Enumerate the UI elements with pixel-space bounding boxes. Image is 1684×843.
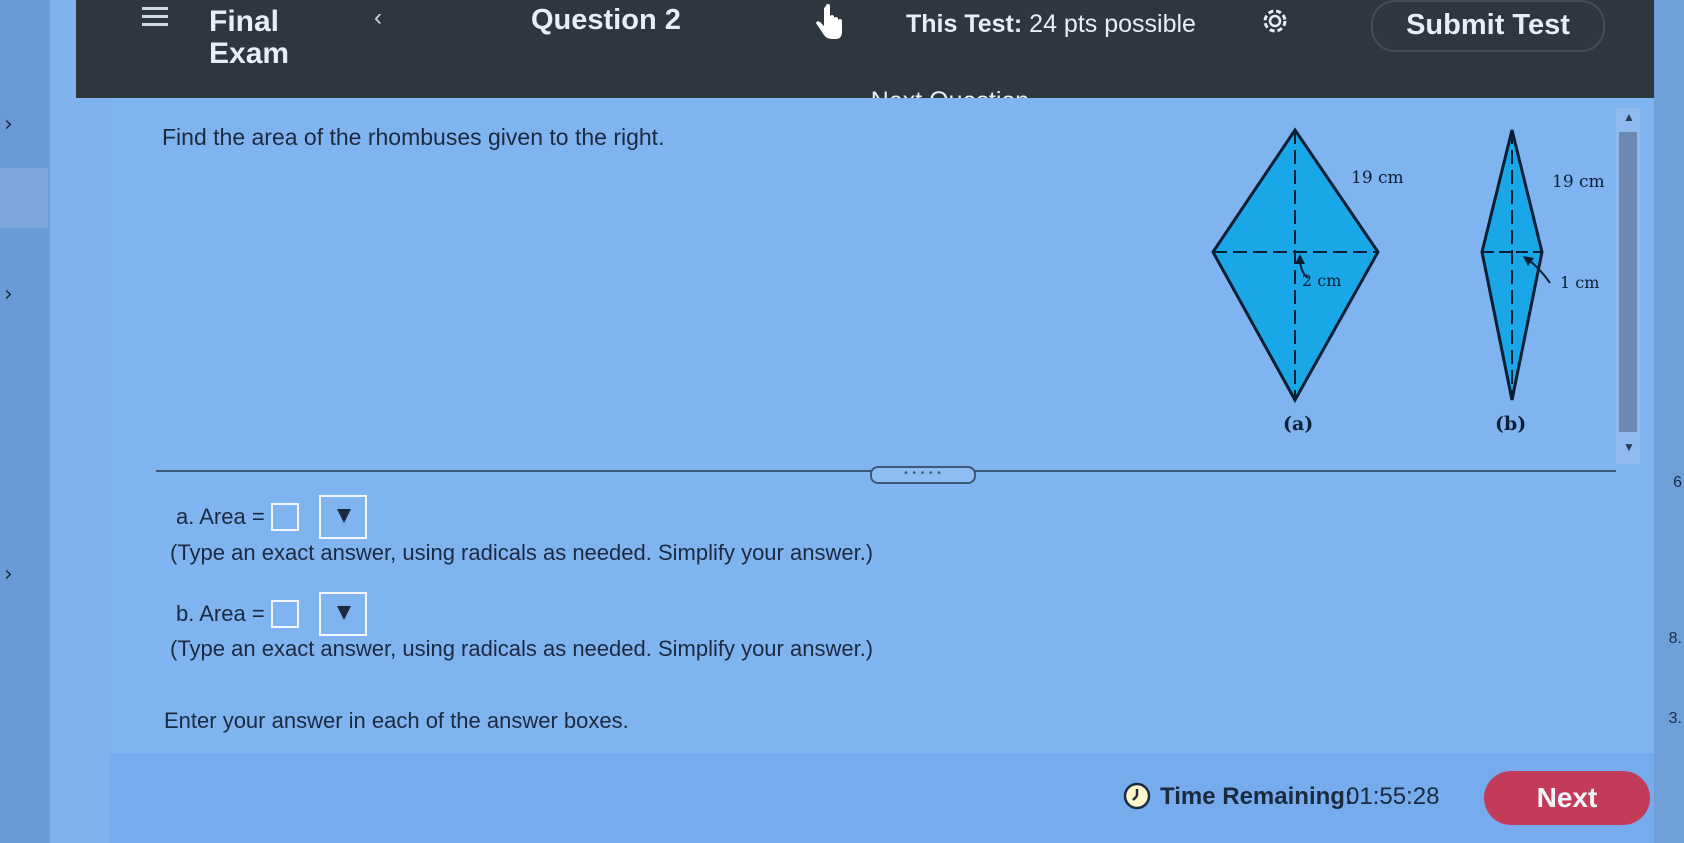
submit-test-button[interactable]: Submit Test xyxy=(1371,0,1605,52)
scroll-up-icon[interactable]: ▲ xyxy=(1623,110,1635,124)
rhombus-b-caption: (b) xyxy=(1495,413,1526,435)
hand-cursor-icon xyxy=(814,4,844,47)
time-remaining-value: 01:55:28 xyxy=(1346,783,1440,810)
answer-a-units-dropdown[interactable] xyxy=(318,495,367,539)
answer-b-hint: (Type an exact answer, using radicals as… xyxy=(170,636,874,661)
rhombus-a-segment-label: 2 cm xyxy=(1302,271,1341,290)
answer-b-input[interactable] xyxy=(270,600,299,628)
left-panel: › › › xyxy=(0,0,50,843)
answer-b-label: b. Area = xyxy=(176,601,265,626)
scroll-down-icon[interactable]: ▼ xyxy=(1623,440,1635,454)
chevron-down-icon xyxy=(336,509,351,523)
right-edge-fragment: 6 xyxy=(1673,474,1682,491)
chevron-right-icon[interactable]: › xyxy=(4,562,13,587)
test-points: This Test: 24 pts possible xyxy=(906,10,1196,39)
answer-b-units-dropdown[interactable] xyxy=(318,592,367,636)
rhombus-a-caption: (a) xyxy=(1283,413,1313,435)
points-value: 24 pts possible xyxy=(1029,10,1196,38)
gear-icon[interactable] xyxy=(1260,6,1290,41)
menu-icon[interactable] xyxy=(142,2,168,30)
previous-question-icon[interactable]: ‹ xyxy=(374,4,382,32)
answer-a-hint: (Type an exact answer, using radicals as… xyxy=(170,540,874,565)
status-message: Enter your answer in each of the answer … xyxy=(164,708,629,733)
rhombus-a: 19 cm 2 cm (a) xyxy=(1211,127,1404,435)
points-label: This Test: xyxy=(906,10,1023,38)
answer-a-input[interactable] xyxy=(270,503,299,531)
answer-a-label: a. Area = xyxy=(176,504,265,529)
rhombus-b: 19 cm 1 cm (b) xyxy=(1480,129,1605,435)
footer-bar: Time Remaining: 01:55:28 Next xyxy=(110,753,1680,843)
splitter-handle[interactable]: • • • • • xyxy=(870,466,976,484)
answer-row-a: a. Area = xyxy=(176,495,367,539)
chevron-right-icon[interactable]: › xyxy=(4,112,13,137)
chevron-down-icon xyxy=(336,606,351,620)
scrollbar-thumb[interactable] xyxy=(1619,132,1637,432)
question-title: Question 2 xyxy=(531,4,681,36)
chevron-right-icon[interactable]: › xyxy=(4,282,13,307)
right-edge-fragment: 3. xyxy=(1668,710,1682,727)
rhombus-figures: 19 cm 2 cm (a) 19 cm 1 cm (b) xyxy=(1211,127,1605,435)
next-button[interactable]: Next xyxy=(1484,771,1650,825)
right-edge-fragment: 8. xyxy=(1668,630,1682,647)
exam-title: Final Exam xyxy=(209,5,290,70)
question-area: Find the area of the rhombuses given to … xyxy=(110,98,1680,753)
left-panel-selected-row[interactable] xyxy=(0,168,48,228)
right-edge-strip: 6 8. 3. xyxy=(1654,0,1684,843)
figure-scrollbar[interactable]: ▲ ▼ xyxy=(1616,108,1640,464)
clock-icon xyxy=(1122,781,1152,816)
rhombus-b-segment-label: 1 cm xyxy=(1560,273,1599,292)
rhombus-a-side-label: 19 cm xyxy=(1351,168,1404,188)
time-remaining-label: Time Remaining: xyxy=(1160,783,1353,810)
answer-row-b: b. Area = xyxy=(176,592,367,636)
test-app: Final Exam ‹ Question 2 This Test: 24 pt… xyxy=(50,0,1684,843)
rhombus-b-side-label: 19 cm xyxy=(1552,172,1605,192)
question-prompt: Find the area of the rhombuses given to … xyxy=(162,124,665,150)
